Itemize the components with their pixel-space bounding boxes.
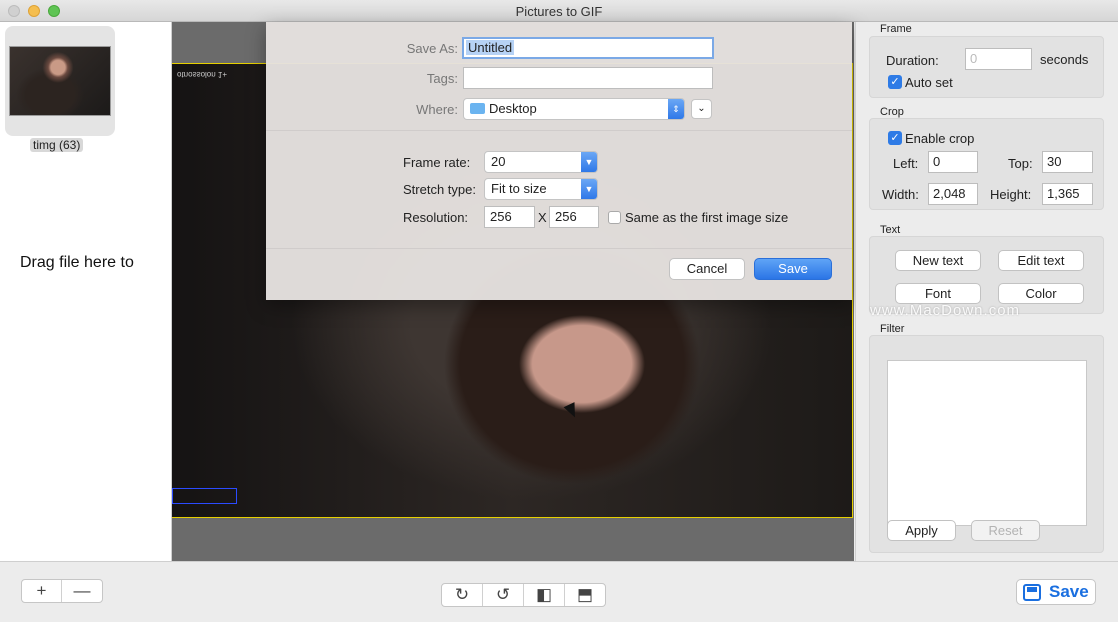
filter-group: Apply Reset <box>869 335 1104 553</box>
new-text-button[interactable]: New text <box>895 250 981 271</box>
same-size-checkbox[interactable] <box>608 211 621 224</box>
expand-dialog-button[interactable]: ⌄ <box>691 99 712 119</box>
rotate-clockwise-button[interactable]: ↻ <box>442 584 483 606</box>
save-as-value: Untitled <box>466 40 515 55</box>
checkmark-icon: ✓ <box>890 132 900 144</box>
font-button[interactable]: Font <box>895 283 981 304</box>
chevron-down-icon: ▼ <box>581 179 597 199</box>
photo-corner-text: otnossolon 1+ <box>177 70 228 79</box>
mouse-cursor-icon <box>563 402 581 420</box>
reset-filter-button[interactable]: Reset <box>971 520 1040 541</box>
rotate-counterclockwise-button[interactable]: ↺ <box>483 584 524 606</box>
save-gif-button[interactable]: Save <box>1016 579 1096 605</box>
updown-chevron-icon: ⇕ <box>668 99 684 119</box>
settings-panel: Frame Duration: 0 seconds ✓ Auto set Cro… <box>855 22 1118 561</box>
flip-vertical-button[interactable]: ⬒ <box>565 584 605 606</box>
thumbnail-image <box>9 46 111 116</box>
resolution-separator: X <box>538 210 547 225</box>
flip-vertical-icon: ⬒ <box>576 585 594 604</box>
bottom-toolbar: + — ↻ ↺ ◧ ⬒ Save <box>0 561 1118 622</box>
where-label: Where: <box>416 102 458 117</box>
transform-control: ↻ ↺ ◧ ⬒ <box>441 583 606 607</box>
save-dialog: Save As: Untitled Tags: Where: Desktop ⇕… <box>266 22 852 300</box>
frame-rate-popup[interactable]: 20 ▼ <box>484 151 598 173</box>
duration-field[interactable]: 0 <box>965 48 1032 70</box>
cancel-button[interactable]: Cancel <box>669 258 745 280</box>
filter-list[interactable] <box>887 360 1087 526</box>
minus-icon: — <box>73 581 91 600</box>
plus-icon: + <box>36 581 47 600</box>
rotate-ccw-icon: ↺ <box>495 585 511 604</box>
save-as-label: Save As: <box>406 41 458 56</box>
filter-group-title: Filter <box>880 323 905 335</box>
chevron-down-icon: ▼ <box>581 152 597 172</box>
disk-icon <box>1023 584 1041 601</box>
frame-rate-label: Frame rate: <box>403 155 471 170</box>
crop-height-label: Height: <box>990 187 1032 202</box>
save-dialog-button[interactable]: Save <box>754 258 832 280</box>
save-as-field[interactable]: Untitled <box>462 37 714 59</box>
remove-image-button[interactable]: — <box>62 580 102 602</box>
selection-rectangle[interactable] <box>172 488 237 504</box>
where-popup[interactable]: Desktop ⇕ <box>463 98 685 120</box>
add-remove-control: + — <box>21 579 103 603</box>
crop-height-field[interactable]: 1,365 <box>1042 183 1093 205</box>
sheet-divider <box>266 248 852 249</box>
flip-horizontal-icon: ◧ <box>535 585 553 604</box>
stretch-type-value: Fit to size <box>491 181 547 196</box>
frame-rate-value: 20 <box>491 154 506 169</box>
same-size-label: Same as the first image size <box>625 210 789 225</box>
window-title: Pictures to GIF <box>515 4 603 19</box>
save-gif-label: Save <box>1049 582 1089 601</box>
title-bar: Pictures to GIF <box>0 0 1118 22</box>
crop-left-label: Left: <box>893 156 919 171</box>
thumbnail-label: timg (63) <box>30 138 84 152</box>
text-group-title: Text <box>880 224 901 236</box>
color-button[interactable]: Color <box>998 283 1084 304</box>
crop-top-field[interactable]: 30 <box>1042 151 1093 173</box>
tags-label: Tags: <box>426 71 458 86</box>
tags-field[interactable] <box>463 67 713 89</box>
add-image-button[interactable]: + <box>22 580 62 602</box>
image-thumbnail-item[interactable] <box>5 26 115 136</box>
drag-hint-text: Drag file here to <box>20 254 134 271</box>
rotate-cw-icon: ↻ <box>454 585 470 604</box>
edit-text-button[interactable]: Edit text <box>998 250 1084 271</box>
folder-icon <box>470 103 485 114</box>
crop-left-field[interactable]: 0 <box>928 151 978 173</box>
enable-crop-label: Enable crop <box>905 131 975 146</box>
crop-group: ✓ Enable crop Left: 0 Top: 30 Width: 2,0… <box>869 118 1104 210</box>
sheet-divider <box>266 130 852 131</box>
duration-label: Duration: <box>886 53 939 68</box>
stretch-type-popup[interactable]: Fit to size ▼ <box>484 178 598 200</box>
auto-set-label: Auto set <box>905 75 953 90</box>
auto-set-checkbox[interactable]: ✓ <box>888 75 902 89</box>
frame-group-title: Frame <box>880 23 912 35</box>
flip-horizontal-button[interactable]: ◧ <box>524 584 565 606</box>
resolution-width-field[interactable]: 256 <box>484 206 535 228</box>
chevron-down-icon: ⌄ <box>697 103 706 114</box>
image-list-panel: timg (63) Drag file here to <box>0 22 172 561</box>
enable-crop-checkbox[interactable]: ✓ <box>888 131 902 145</box>
frame-group: Duration: 0 seconds ✓ Auto set <box>869 36 1104 98</box>
crop-top-label: Top: <box>1008 156 1033 171</box>
crop-group-title: Crop <box>880 106 904 118</box>
crop-width-field[interactable]: 2,048 <box>928 183 978 205</box>
stretch-type-label: Stretch type: <box>403 182 476 197</box>
apply-filter-button[interactable]: Apply <box>887 520 956 541</box>
crop-width-label: Width: <box>882 187 919 202</box>
checkmark-icon: ✓ <box>890 76 900 88</box>
seconds-label: seconds <box>1040 52 1089 67</box>
resolution-label: Resolution: <box>403 210 469 225</box>
resolution-height-field[interactable]: 256 <box>549 206 599 228</box>
where-value: Desktop <box>489 101 537 116</box>
watermark-text: www.MacDown.com <box>870 302 1021 319</box>
